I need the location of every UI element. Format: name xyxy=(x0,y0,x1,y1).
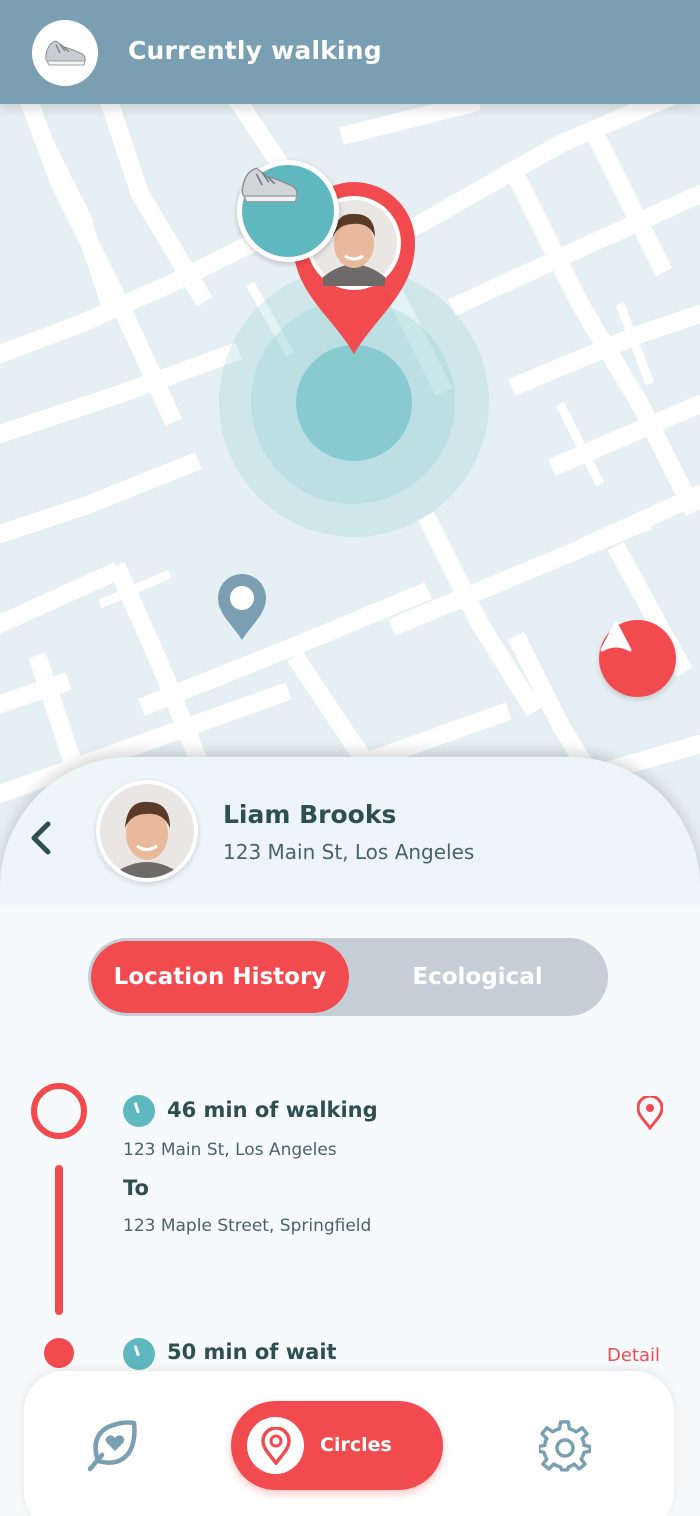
entry-to-label: To xyxy=(123,1176,149,1200)
header-avatar[interactable] xyxy=(32,20,98,86)
location-accuracy-inner xyxy=(296,345,412,461)
clock-icon xyxy=(123,1338,155,1370)
entry-to-address: 123 Maple Street, Springfield xyxy=(123,1216,372,1236)
header-title: Currently walking xyxy=(128,36,382,65)
tab-ecological[interactable]: Ecological xyxy=(350,941,605,1013)
navigate-button[interactable] xyxy=(599,620,676,697)
nav-ecology-button[interactable] xyxy=(84,1417,140,1477)
profile-address: 123 Main St, Los Angeles xyxy=(223,840,475,864)
detail-link[interactable]: Detail xyxy=(607,1345,660,1366)
nav-circles-icon-wrap xyxy=(247,1417,304,1474)
timeline-start-marker xyxy=(31,1083,87,1139)
back-button[interactable] xyxy=(26,816,56,860)
clock-icon xyxy=(123,1095,155,1127)
tab-location-history[interactable]: Location History xyxy=(91,941,349,1013)
profile-avatar xyxy=(96,780,198,882)
walker-avatar[interactable] xyxy=(237,160,339,262)
timeline-connector xyxy=(55,1165,63,1315)
tab-switcher: Location History Ecological xyxy=(88,938,608,1016)
entry-title: 50 min of wait xyxy=(167,1340,337,1364)
nav-settings-button[interactable] xyxy=(537,1420,592,1476)
header-bar: Currently walking xyxy=(0,0,700,104)
nav-circles-button[interactable]: Circles xyxy=(231,1401,443,1490)
chevron-left-icon xyxy=(31,821,51,855)
timeline-end-marker xyxy=(44,1338,74,1368)
gear-icon xyxy=(537,1420,592,1472)
location-pin-icon[interactable] xyxy=(637,1096,663,1130)
user-photo xyxy=(100,784,194,878)
map-pin-icon[interactable] xyxy=(218,574,266,642)
entry-from-address: 123 Main St, Los Angeles xyxy=(123,1140,337,1160)
nav-circles-label: Circles xyxy=(320,1434,392,1456)
sneaker-icon xyxy=(45,40,86,66)
sneaker-icon xyxy=(241,167,298,203)
leaf-heart-icon xyxy=(87,1420,137,1472)
navigation-arrow-icon xyxy=(600,621,632,652)
entry-title: 46 min of walking xyxy=(167,1098,378,1122)
app-screen: Currently walking Liam Brooks 123 Main S… xyxy=(0,0,700,1516)
profile-name: Liam Brooks xyxy=(223,800,397,829)
location-pin-icon xyxy=(260,1426,291,1465)
